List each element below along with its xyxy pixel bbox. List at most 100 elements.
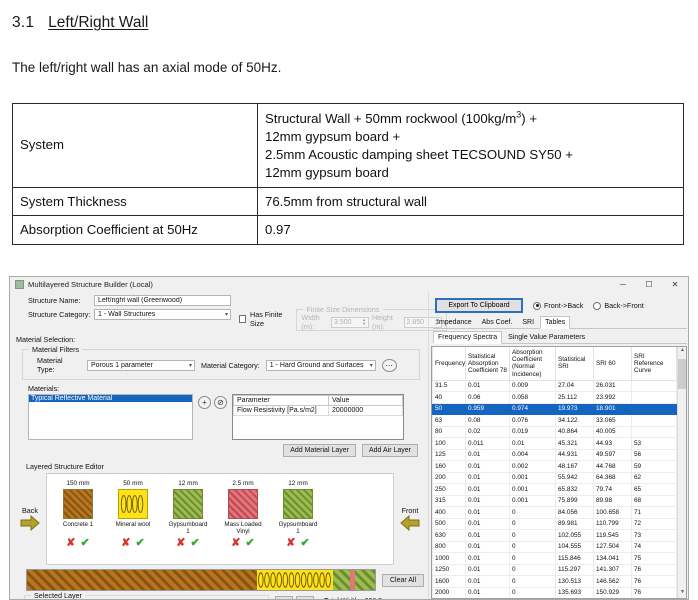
- table-cell-5[interactable]: [630, 391, 678, 404]
- table-cell-1[interactable]: 0.01: [465, 448, 510, 462]
- param-value[interactable]: 20000000: [328, 405, 403, 416]
- col-frequency[interactable]: Frequency: [432, 347, 466, 381]
- table-cell-1[interactable]: 0.01: [465, 379, 510, 393]
- width-stepper[interactable]: 3.500 ▲ ▼: [330, 316, 370, 328]
- table-cell-5[interactable]: 71: [630, 506, 678, 519]
- table-cell-2[interactable]: 0: [509, 517, 556, 531]
- table-cell-0[interactable]: 400: [432, 506, 466, 519]
- table-cell-3[interactable]: 55.942: [555, 471, 594, 485]
- table-cell-0[interactable]: 125: [432, 448, 466, 462]
- table-cell-1[interactable]: 0.01: [465, 506, 510, 519]
- table-cell-1[interactable]: 0.02: [465, 425, 510, 439]
- table-cell-5[interactable]: 76: [630, 575, 678, 588]
- table-cell-2[interactable]: 0: [509, 586, 556, 598]
- table-cell-0[interactable]: 315: [432, 494, 466, 508]
- col-sri-reference-curve[interactable]: SRI Reference Curve: [630, 347, 678, 381]
- table-cell-4[interactable]: 23.992: [593, 391, 632, 404]
- table-cell-4[interactable]: 100.658: [593, 506, 632, 519]
- table-cell-2[interactable]: 0: [509, 529, 556, 542]
- table-cell-1[interactable]: 0.959: [465, 402, 510, 416]
- table-cell-5[interactable]: 65: [630, 483, 678, 496]
- table-cell-2[interactable]: 0: [509, 506, 556, 519]
- add-air-layer-button[interactable]: Add Air Layer: [361, 444, 418, 457]
- tab-tables[interactable]: Tables: [540, 316, 571, 329]
- table-cell-4[interactable]: 150.929: [593, 586, 632, 598]
- minimize-icon[interactable]: ─: [610, 277, 636, 292]
- layer-confirm-icon[interactable]: ✔: [81, 536, 90, 549]
- table-cell-2[interactable]: 0.004: [509, 448, 556, 462]
- material-category-select[interactable]: 1 - Hard Ground and Surfaces ▾: [265, 359, 376, 371]
- layer-editor-canvas[interactable]: 150 mm Concrete 1 50 mm Mineral wool 12 …: [46, 473, 394, 565]
- table-cell-3[interactable]: 84.056: [555, 506, 594, 519]
- table-cell-1[interactable]: 0.01: [465, 586, 510, 598]
- direction-front-back-radio[interactable]: Front->Back: [533, 301, 583, 310]
- table-cell-2[interactable]: 0.974: [509, 402, 556, 416]
- table-cell-4[interactable]: 79.74: [593, 483, 632, 496]
- table-cell-2[interactable]: 0.076: [509, 414, 556, 427]
- table-cell-4[interactable]: 127.504: [593, 540, 632, 554]
- scroll-down-icon[interactable]: ▼: [678, 589, 686, 598]
- table-cell-3[interactable]: 40.864: [555, 425, 594, 439]
- table-cell-3[interactable]: 27.04: [555, 379, 594, 393]
- table-cell-3[interactable]: 34.122: [555, 414, 594, 427]
- table-cell-5[interactable]: 76: [630, 586, 678, 598]
- list-item[interactable]: Typical Reflective Material: [29, 395, 192, 402]
- table-cell-1[interactable]: 0.01: [465, 529, 510, 542]
- table-cell-4[interactable]: 134.041: [593, 552, 632, 565]
- table-cell-2[interactable]: 0.002: [509, 460, 556, 473]
- table-row[interactable]: 1000 0.01 0 115.846 134.041 75: [432, 552, 678, 565]
- table-cell-1[interactable]: 0.01: [465, 460, 510, 473]
- table-cell-2[interactable]: 0.019: [509, 425, 556, 439]
- table-row[interactable]: 630 0.01 0 102.055 119.545 73: [432, 529, 678, 542]
- table-cell-4[interactable]: 33.065: [593, 414, 632, 427]
- layer-item[interactable]: 2.5 mm Mass Loaded Vinyl: [222, 480, 264, 535]
- table-cell-0[interactable]: 31.5: [432, 379, 466, 393]
- add-material-icon[interactable]: +: [198, 396, 211, 409]
- table-row[interactable]: Flow Resistivity [Pa.s/m2] 20000000: [233, 405, 403, 416]
- table-cell-5[interactable]: [630, 379, 678, 393]
- table-cell-4[interactable]: 64.368: [593, 471, 632, 485]
- table-cell-5[interactable]: 76: [630, 563, 678, 577]
- table-cell-1[interactable]: 0.08: [465, 414, 510, 427]
- table-cell-0[interactable]: 800: [432, 540, 466, 554]
- table-cell-4[interactable]: 119.545: [593, 529, 632, 542]
- has-finite-size-checkbox[interactable]: Has Finite Size: [239, 310, 290, 328]
- table-cell-5[interactable]: [630, 402, 678, 416]
- table-row[interactable]: 125 0.01 0.004 44.931 49.597 56: [432, 448, 678, 462]
- table-cell-0[interactable]: 250: [432, 483, 466, 496]
- table-cell-3[interactable]: 45.321: [555, 437, 594, 450]
- table-cell-3[interactable]: 25.112: [555, 391, 594, 404]
- layer-item[interactable]: 12 mm Gypsumboard 1: [167, 480, 209, 535]
- layer-confirm-icon[interactable]: ✔: [246, 536, 255, 549]
- table-cell-1[interactable]: 0.01: [465, 552, 510, 565]
- table-row[interactable]: 500 0.01 0 89.981 110.799 72: [432, 517, 678, 531]
- table-cell-3[interactable]: 19.973: [555, 402, 594, 416]
- table-row[interactable]: 250 0.01 0.001 65.832 79.74 65: [432, 483, 678, 496]
- close-icon[interactable]: ✕: [662, 277, 688, 292]
- col-statistical-sri[interactable]: Statistical SRI: [555, 347, 594, 381]
- table-cell-4[interactable]: 141.307: [593, 563, 632, 577]
- table-cell-2[interactable]: 0: [509, 540, 556, 554]
- table-row[interactable]: 1600 0.01 0 130.513 146.562 76: [432, 575, 678, 588]
- col-sri-60[interactable]: SRI 60: [593, 347, 632, 381]
- grid-scrollbar[interactable]: ▲ ▼: [677, 347, 686, 598]
- table-cell-0[interactable]: 100: [432, 437, 466, 450]
- table-row[interactable]: 63 0.08 0.076 34.122 33.065: [432, 414, 678, 427]
- table-cell-5[interactable]: 74: [630, 540, 678, 554]
- table-cell-3[interactable]: 102.055: [555, 529, 594, 542]
- table-cell-0[interactable]: 2000: [432, 586, 466, 598]
- layer-item[interactable]: 50 mm Mineral wool: [112, 480, 154, 535]
- table-cell-2[interactable]: 0.058: [509, 391, 556, 404]
- tab-sri[interactable]: SRI: [518, 317, 538, 328]
- table-cell-0[interactable]: 1000: [432, 552, 466, 565]
- layer-delete-icon[interactable]: ✘: [231, 536, 240, 549]
- layer-delete-icon[interactable]: ✘: [176, 536, 185, 549]
- front-arrow-icon[interactable]: [400, 514, 420, 531]
- table-cell-3[interactable]: 65.832: [555, 483, 594, 496]
- table-cell-0[interactable]: 1600: [432, 575, 466, 588]
- layer-confirm-icon[interactable]: ✔: [191, 536, 200, 549]
- table-cell-4[interactable]: 49.597: [593, 448, 632, 462]
- table-cell-5[interactable]: 53: [630, 437, 678, 450]
- col-absorption-coefficient-normal[interactable]: Absorption Coefficient (Normal Incidence…: [509, 347, 556, 381]
- direction-back-front-radio[interactable]: Back->Front: [593, 301, 644, 310]
